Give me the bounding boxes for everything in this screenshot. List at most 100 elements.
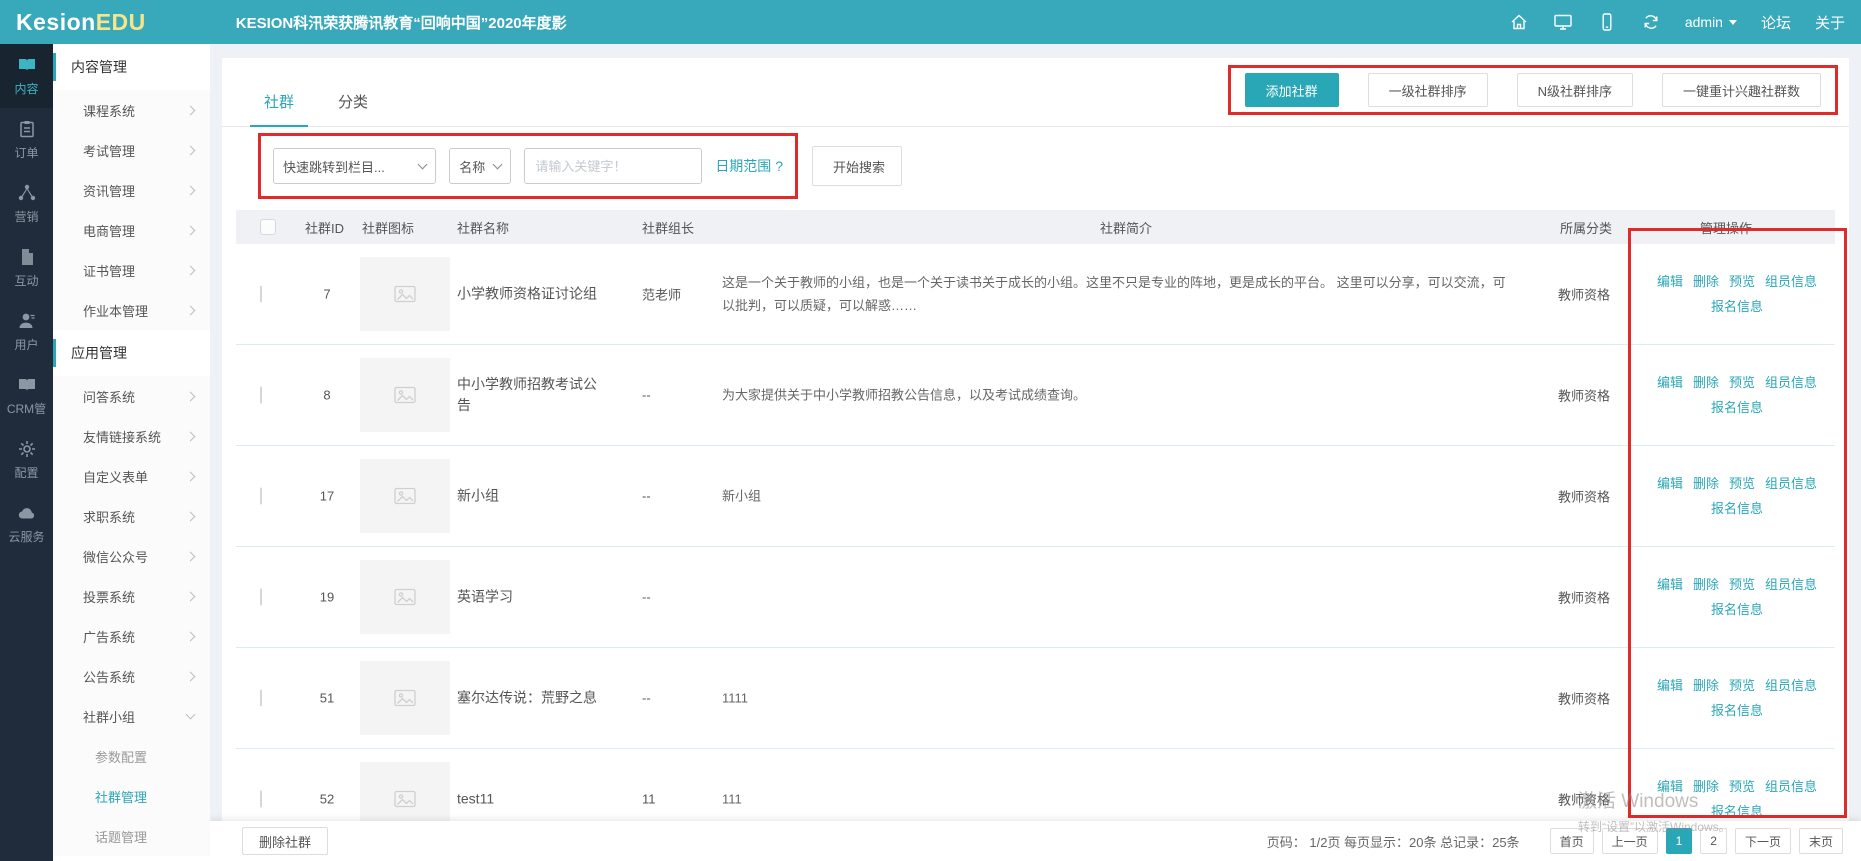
delete-link[interactable]: 删除 <box>1693 779 1719 794</box>
edit-link[interactable]: 编辑 <box>1657 375 1683 390</box>
admin-menu[interactable]: admin <box>1685 14 1737 30</box>
members-link[interactable]: 组员信息 <box>1765 678 1817 693</box>
submenu-subitem[interactable]: 参数配置 <box>53 736 210 776</box>
tab-社群[interactable]: 社群 <box>264 91 294 126</box>
edit-link[interactable]: 编辑 <box>1657 577 1683 592</box>
signup-info-link[interactable]: 报名信息 <box>1711 299 1763 314</box>
rail-item-crm[interactable]: CRM管 <box>0 364 53 428</box>
edit-link[interactable]: 编辑 <box>1657 678 1683 693</box>
members-link[interactable]: 组员信息 <box>1765 476 1817 491</box>
page-button-下一页[interactable]: 下一页 <box>1735 828 1791 854</box>
rail-item-orders[interactable]: 订单 <box>0 108 53 172</box>
row-checkbox[interactable] <box>260 286 262 303</box>
about-link[interactable]: 关于 <box>1815 12 1845 33</box>
settings-icon <box>17 439 37 459</box>
row-checkbox[interactable] <box>260 791 262 808</box>
levelN-sort-button[interactable]: N级社群排序 <box>1517 73 1633 107</box>
keyword-input[interactable] <box>524 148 702 184</box>
category-jump-select[interactable]: 快速跳转到栏目... <box>273 148 436 184</box>
row-checkbox[interactable] <box>260 589 262 606</box>
chevron-icon <box>186 105 196 115</box>
submenu-item[interactable]: 考试管理 <box>53 130 210 170</box>
date-range-link[interactable]: 日期范围 ? <box>715 156 783 176</box>
preview-link[interactable]: 预览 <box>1729 779 1755 794</box>
submenu-item[interactable]: 课程系统 <box>53 90 210 130</box>
cell-actions: 编辑删除预览组员信息报名信息 <box>1634 269 1840 319</box>
submenu-item[interactable]: 自定义表单 <box>53 456 210 496</box>
preview-link[interactable]: 预览 <box>1729 375 1755 390</box>
members-link[interactable]: 组员信息 <box>1765 375 1817 390</box>
select-all-checkbox[interactable] <box>260 210 276 244</box>
page-button-末页[interactable]: 末页 <box>1799 828 1843 854</box>
row-checkbox[interactable] <box>260 387 262 404</box>
rail-item-cloud[interactable]: 云服务 <box>0 492 53 556</box>
members-link[interactable]: 组员信息 <box>1765 779 1817 794</box>
signup-info-link[interactable]: 报名信息 <box>1711 602 1763 617</box>
rail-item-users[interactable]: 用户 <box>0 300 53 364</box>
content-card: 社群 分类 添加社群 一级社群排序 N级社群排序 一键重计兴趣社群数 快速跳转到栏… <box>222 58 1849 861</box>
preview-link[interactable]: 预览 <box>1729 577 1755 592</box>
cell-icon <box>360 661 450 735</box>
submenu-subitem[interactable]: 社群管理 <box>53 776 210 816</box>
preview-link[interactable]: 预览 <box>1729 274 1755 289</box>
row-checkbox[interactable] <box>260 488 262 505</box>
delete-community-button[interactable]: 删除社群 <box>242 827 328 855</box>
page-button-首页[interactable]: 首页 <box>1550 828 1594 854</box>
mobile-icon[interactable] <box>1597 12 1617 32</box>
cell-id: 8 <box>302 388 352 403</box>
chevron-icon <box>186 551 196 561</box>
submenu-subitem[interactable]: 话题管理 <box>53 816 210 856</box>
delete-link[interactable]: 删除 <box>1693 274 1719 289</box>
preview-link[interactable]: 预览 <box>1729 678 1755 693</box>
signup-info-link[interactable]: 报名信息 <box>1711 703 1763 718</box>
submenu-item[interactable]: 公告系统 <box>53 656 210 696</box>
submenu-item[interactable]: 求职系统 <box>53 496 210 536</box>
submenu-item[interactable]: 友情链接系统 <box>53 416 210 456</box>
signup-info-link[interactable]: 报名信息 <box>1711 501 1763 516</box>
edit-link[interactable]: 编辑 <box>1657 779 1683 794</box>
members-link[interactable]: 组员信息 <box>1765 577 1817 592</box>
delete-link[interactable]: 删除 <box>1693 577 1719 592</box>
row-checkbox[interactable] <box>260 690 262 707</box>
submenu-item[interactable]: 投票系统 <box>53 576 210 616</box>
signup-info-link[interactable]: 报名信息 <box>1711 804 1763 819</box>
chevron-icon <box>186 225 196 235</box>
page-button-2[interactable]: 2 <box>1700 828 1727 854</box>
forum-link[interactable]: 论坛 <box>1761 12 1791 33</box>
level1-sort-button[interactable]: 一级社群排序 <box>1368 73 1488 107</box>
page-button-1[interactable]: 1 <box>1666 828 1693 854</box>
members-link[interactable]: 组员信息 <box>1765 274 1817 289</box>
preview-link[interactable]: 预览 <box>1729 476 1755 491</box>
submenu-item[interactable]: 证书管理 <box>53 250 210 290</box>
delete-link[interactable]: 删除 <box>1693 476 1719 491</box>
delete-link[interactable]: 删除 <box>1693 375 1719 390</box>
submenu-item[interactable]: 广告系统 <box>53 616 210 656</box>
submenu-item[interactable]: 作业本管理 <box>53 290 210 330</box>
add-community-button[interactable]: 添加社群 <box>1245 73 1339 107</box>
submenu-item[interactable]: 资讯管理 <box>53 170 210 210</box>
secondary-sidebar: 内容管理课程系统考试管理资讯管理电商管理证书管理作业本管理应用管理问答系统友情链… <box>53 44 210 861</box>
field-select[interactable]: 名称 <box>449 148 511 184</box>
section-header-1[interactable]: 应用管理 <box>53 330 210 376</box>
section-header-0[interactable]: 内容管理 <box>53 44 210 90</box>
cell-id: 7 <box>302 287 352 302</box>
rail-item-interact[interactable]: 互动 <box>0 236 53 300</box>
submenu-item[interactable]: 微信公众号 <box>53 536 210 576</box>
rail-item-content[interactable]: 内容 <box>0 44 53 108</box>
recount-interest-button[interactable]: 一键重计兴趣社群数 <box>1662 73 1821 107</box>
submenu-item[interactable]: 电商管理 <box>53 210 210 250</box>
submenu-item[interactable]: 社群小组 <box>53 696 210 736</box>
monitor-icon[interactable] <box>1553 12 1573 32</box>
refresh-icon[interactable] <box>1641 12 1661 32</box>
rail-item-settings[interactable]: 配置 <box>0 428 53 492</box>
page-button-上一页[interactable]: 上一页 <box>1602 828 1658 854</box>
delete-link[interactable]: 删除 <box>1693 678 1719 693</box>
edit-link[interactable]: 编辑 <box>1657 476 1683 491</box>
rail-item-marketing[interactable]: 营销 <box>0 172 53 236</box>
submenu-item[interactable]: 问答系统 <box>53 376 210 416</box>
search-button[interactable]: 开始搜索 <box>812 146 902 186</box>
tab-分类[interactable]: 分类 <box>338 91 368 126</box>
signup-info-link[interactable]: 报名信息 <box>1711 400 1763 415</box>
edit-link[interactable]: 编辑 <box>1657 274 1683 289</box>
home-icon[interactable] <box>1509 12 1529 32</box>
